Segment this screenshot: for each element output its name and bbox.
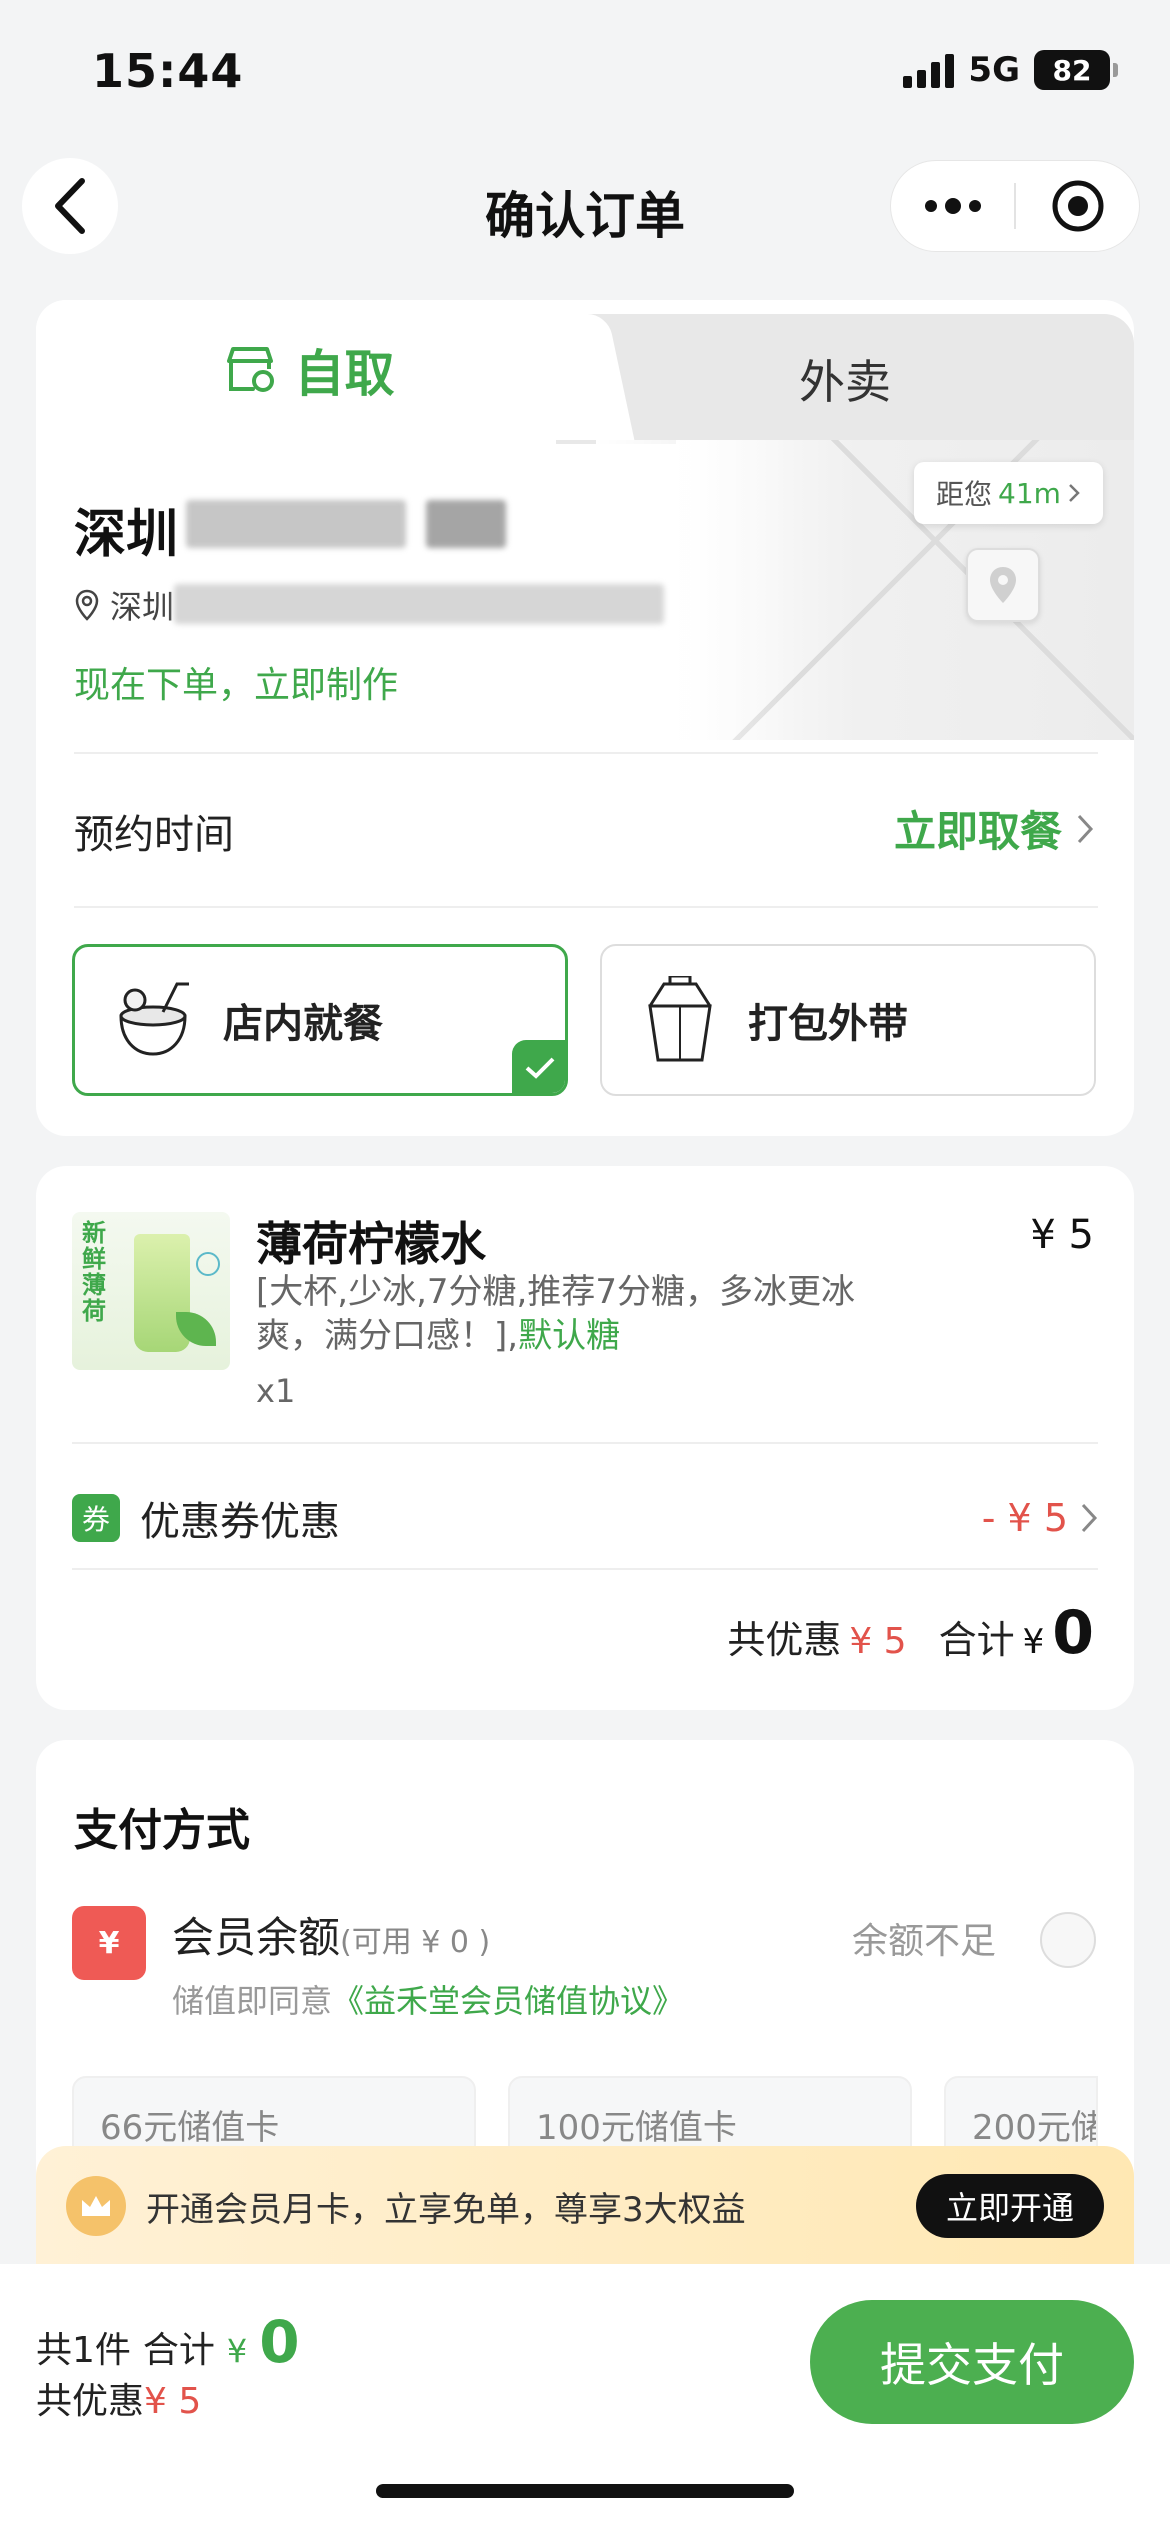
item-count: 共1件	[36, 2330, 131, 2371]
close-mini-program-button[interactable]	[1016, 161, 1139, 251]
coupon-value: - ¥ 5	[981, 1496, 1068, 1540]
checkout-currency: ¥	[226, 2332, 248, 2370]
product-card: 新鲜薄荷 薄荷柠檬水 ¥ 5 [大杯,少冰,7分糖,推荐7分糖，多冰更冰爽，满分…	[36, 1166, 1134, 1710]
signal-icon	[903, 52, 955, 88]
check-icon	[512, 1040, 565, 1093]
chevron-right-icon	[1069, 484, 1080, 502]
dine-in-option[interactable]: 店内就餐	[72, 944, 568, 1096]
dine-in-label: 店内就餐	[223, 1001, 383, 1047]
wallet-radio[interactable]	[1040, 1912, 1096, 1968]
schedule-value: 立即取餐	[893, 807, 1062, 856]
product-sugar: 默认糖	[518, 1316, 621, 1356]
redacted-name	[186, 500, 406, 548]
total-label: 合计	[938, 1618, 1015, 1662]
distance-tag: 距您 41m	[914, 462, 1103, 524]
wallet-available: (可用 ¥ 0 )	[340, 1925, 491, 1960]
battery-icon: 82	[1034, 50, 1118, 90]
chip-shape	[196, 1252, 220, 1276]
take-out-option[interactable]: 打包外带	[600, 944, 1096, 1096]
store-name: 深圳	[74, 505, 179, 565]
chevron-right-icon	[1081, 1503, 1098, 1533]
network-type: 5G	[968, 50, 1020, 90]
status-time: 15:44	[92, 44, 244, 98]
store-address-text: 深圳	[110, 588, 175, 626]
submit-payment-button[interactable]: 提交支付	[810, 2300, 1134, 2424]
checkout-discount-value: ¥ 5	[144, 2381, 202, 2422]
product-name: 薄荷柠檬水	[256, 1217, 486, 1271]
money-bag-icon: ¥	[72, 1906, 146, 1980]
coupon-label: 优惠券优惠	[140, 1499, 340, 1545]
checkout-total-label: 合计	[142, 2330, 215, 2371]
store-status: 现在下单，立即制作	[74, 665, 399, 706]
map-pin-icon	[966, 548, 1040, 622]
member-banner-text: 开通会员月卡，立享免单，尊享3大权益	[146, 2189, 746, 2230]
home-indicator[interactable]	[376, 2484, 794, 2498]
crown-icon	[66, 2176, 126, 2236]
tab-delivery[interactable]: 外卖	[556, 314, 1134, 444]
store-pin-icon	[226, 347, 274, 392]
store-address: 深圳	[74, 582, 174, 628]
takeout-box-icon	[648, 976, 712, 1062]
coupon-value-wrap: - ¥ 5	[982, 1496, 1098, 1540]
wallet-label: 会员余额(可用 ¥ 0 )	[172, 1904, 490, 1965]
more-dots-icon	[924, 198, 981, 214]
agreement-link[interactable]: 《益禾堂会员储值协议》	[332, 1982, 684, 2020]
location-pin-icon	[75, 589, 99, 621]
product-quantity: x1	[256, 1372, 296, 1410]
divider	[74, 752, 1098, 754]
distance-prefix: 距您	[936, 478, 993, 511]
member-banner: 开通会员月卡，立享免单，尊享3大权益 立即开通	[36, 2146, 1134, 2266]
order-total: 共优惠 ¥ 5 合计 ¥ 0	[727, 1598, 1094, 1668]
schedule-label: 预约时间	[74, 812, 234, 858]
balance-insufficient: 余额不足	[852, 1921, 997, 1962]
tab-pickup-label: 自取	[294, 345, 395, 403]
checkout-discount-label: 共优惠	[36, 2381, 145, 2422]
coconut-drink-icon	[119, 982, 189, 1056]
product-image: 新鲜薄荷	[72, 1212, 230, 1370]
product-image-text: 新鲜薄荷	[82, 1219, 106, 1325]
product-description: [大杯,少冰,7分糖,推荐7分糖，多冰更冰爽，满分口感！],默认糖	[256, 1270, 896, 1358]
order-mode-card: 外卖 自取 距您 41m 深圳 深圳 现在下单，立即制作 预约时间 立即取餐 店…	[36, 300, 1134, 1136]
divider	[74, 906, 1098, 908]
coupon-row[interactable]: 券 优惠券优惠 - ¥ 5	[72, 1470, 1098, 1566]
target-icon	[1052, 180, 1103, 232]
divider	[72, 1568, 1098, 1570]
distance-value: 41m	[998, 476, 1061, 510]
redacted-address	[174, 584, 664, 624]
status-indicators: 5G 82	[903, 50, 1118, 90]
checkout-discount: 共优惠¥ 5	[36, 2372, 201, 2424]
discount-value: ¥ 5	[849, 1621, 907, 1662]
tab-delivery-label: 外卖	[799, 355, 891, 409]
mini-program-capsule	[890, 160, 1140, 252]
wallet-label-text: 会员余额	[172, 1913, 341, 1962]
redacted-name-2	[426, 500, 506, 548]
agree-prefix: 储值即同意	[172, 1982, 333, 2020]
chevron-right-icon	[1077, 814, 1094, 843]
open-membership-button[interactable]: 立即开通	[915, 2174, 1104, 2238]
more-button[interactable]	[891, 161, 1014, 251]
tab-pickup[interactable]: 自取	[36, 300, 581, 440]
divider	[72, 1442, 1098, 1444]
discount-label: 共优惠	[727, 1618, 842, 1662]
checkout-total-value: 0	[259, 2308, 300, 2376]
total-value: 0	[1052, 1598, 1094, 1668]
schedule-picker[interactable]: 立即取餐	[894, 798, 1094, 859]
checkout-total: 共1件 合计 ¥ 0	[36, 2308, 300, 2376]
wallet-agreement: 储值即同意《益禾堂会员储值协议》	[172, 1976, 684, 2022]
payment-title: 支付方式	[74, 1805, 250, 1856]
product-price: ¥ 5	[1030, 1212, 1094, 1258]
take-out-label: 打包外带	[748, 1001, 908, 1047]
coupon-icon: 券	[72, 1494, 120, 1542]
total-currency: ¥	[1022, 1622, 1045, 1662]
